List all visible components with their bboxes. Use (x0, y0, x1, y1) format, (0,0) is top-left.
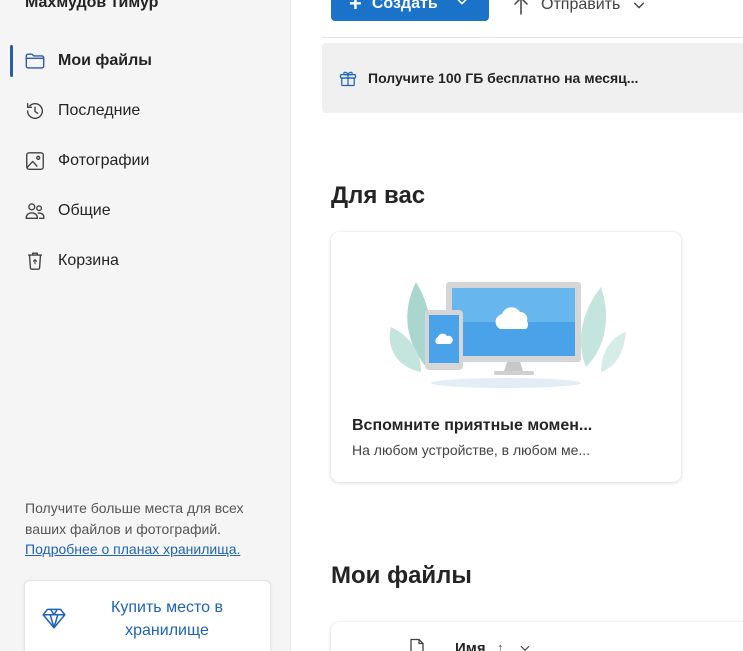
devices-cloud-illustration (389, 282, 626, 388)
sidebar-item-label: Последние (58, 102, 141, 119)
sidebar-item-label: Мои файлы (58, 52, 152, 69)
memories-card[interactable]: Вспомните приятные момен... На любом уст… (331, 232, 681, 482)
history-icon (24, 100, 46, 122)
sidebar-nav: Мои файлы Последние Фотографии Общие Кор… (0, 36, 290, 286)
chevron-down-icon (634, 2, 645, 9)
card-subtitle: На любом устройстве, в любом ме... (352, 442, 591, 458)
people-icon (24, 200, 46, 222)
upload-button[interactable]: Отправить (513, 0, 646, 20)
sidebar-item-recent[interactable]: Последние (0, 86, 290, 136)
main-content: + Создать Отправить Получите 100 ГБ бесп… (291, 0, 743, 651)
sidebar-item-recycle-bin[interactable]: Корзина (0, 236, 290, 286)
my-files-title: Мои файлы (331, 562, 472, 589)
arrow-up-icon (514, 0, 528, 15)
sidebar-item-label: Фотографии (58, 152, 150, 169)
buy-storage-label: Купить место в хранилище (111, 599, 223, 639)
sidebar: Махмудов тимур Мои файлы Последние Фотог… (0, 0, 291, 651)
for-you-title: Для вас (331, 182, 426, 209)
sidebar-item-label: Общие (58, 202, 111, 219)
diamond-icon (42, 608, 66, 629)
onedrive-app: Махмудов тимур Мои файлы Последние Фотог… (0, 0, 743, 651)
toolbar-divider (322, 37, 743, 38)
sidebar-item-photos[interactable]: Фотографии (0, 136, 290, 186)
files-list-header: Имя ↑ (331, 622, 743, 651)
user-name: Махмудов тимур (25, 0, 159, 11)
storage-promo-text: Получите больше места для всех ваших фай… (25, 500, 244, 537)
file-type-icon[interactable] (409, 638, 425, 651)
offer-banner-text: Получите 100 ГБ бесплатно на месяц... (368, 70, 639, 86)
recycle-bin-icon (24, 250, 46, 272)
chevron-down-icon[interactable] (519, 642, 531, 651)
buy-storage-button[interactable]: Купить место в хранилище (24, 580, 271, 651)
image-icon (24, 150, 46, 172)
sidebar-item-label: Корзина (58, 252, 119, 269)
sort-ascending-icon: ↑ (497, 640, 504, 651)
upload-label: Отправить (541, 0, 621, 13)
card-title: Вспомните приятные момен... (352, 417, 593, 434)
chevron-down-icon (457, 0, 467, 5)
plus-icon: + (349, 0, 362, 16)
offer-banner[interactable]: Получите 100 ГБ бесплатно на месяц... (322, 43, 743, 113)
create-button[interactable]: + Создать (331, 0, 489, 21)
storage-plans-link[interactable]: Подробнее о планах хранилища. (25, 541, 240, 557)
column-header-name[interactable]: Имя (455, 640, 486, 651)
create-label: Создать (371, 0, 438, 12)
sidebar-item-my-files[interactable]: Мои файлы (0, 36, 290, 86)
sidebar-item-shared[interactable]: Общие (0, 186, 290, 236)
folder-icon (24, 50, 46, 72)
gift-icon (339, 71, 357, 87)
